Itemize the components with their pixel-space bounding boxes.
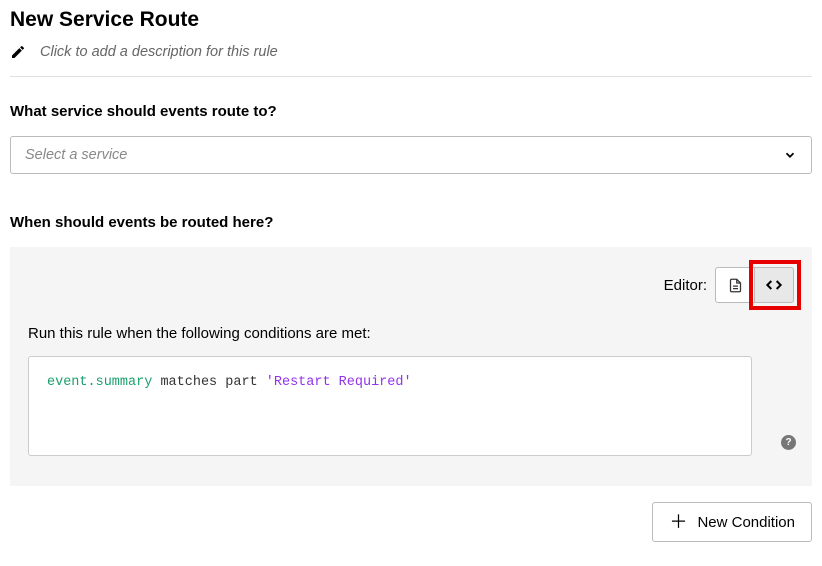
service-section-label: What service should events route to? — [10, 103, 812, 120]
pencil-icon — [10, 44, 26, 60]
code-token-value: 'Restart Required' — [266, 375, 412, 390]
conditions-panel: Editor: — [10, 247, 812, 486]
condition-code-editor[interactable]: event.summary matches part 'Restart Requ… — [28, 356, 752, 456]
code-token-operator: matches part — [160, 375, 257, 390]
document-icon — [728, 277, 743, 294]
code-icon — [764, 277, 784, 293]
editor-toggle-row: Editor: — [28, 267, 794, 303]
rule-intro-text: Run this rule when the following conditi… — [28, 325, 794, 342]
description-row[interactable]: Click to add a description for this rule — [10, 44, 812, 77]
page-title: New Service Route — [10, 8, 812, 32]
editor-code-button[interactable] — [754, 267, 794, 303]
chevron-down-icon — [783, 148, 797, 162]
code-token-path: event.summary — [47, 375, 152, 390]
editor-toggle — [715, 267, 794, 303]
editor-form-button[interactable] — [715, 267, 755, 303]
help-icon[interactable]: ? — [781, 435, 796, 450]
plus-icon: ＋ — [669, 513, 687, 531]
new-condition-label: New Condition — [697, 514, 795, 531]
description-placeholder: Click to add a description for this rule — [40, 44, 278, 60]
service-select-placeholder: Select a service — [25, 147, 127, 163]
footer-row: ＋ New Condition — [10, 502, 812, 542]
new-condition-button[interactable]: ＋ New Condition — [652, 502, 812, 542]
editor-label: Editor: — [664, 277, 707, 294]
service-select[interactable]: Select a service — [10, 136, 812, 174]
conditions-section-label: When should events be routed here? — [10, 214, 812, 231]
